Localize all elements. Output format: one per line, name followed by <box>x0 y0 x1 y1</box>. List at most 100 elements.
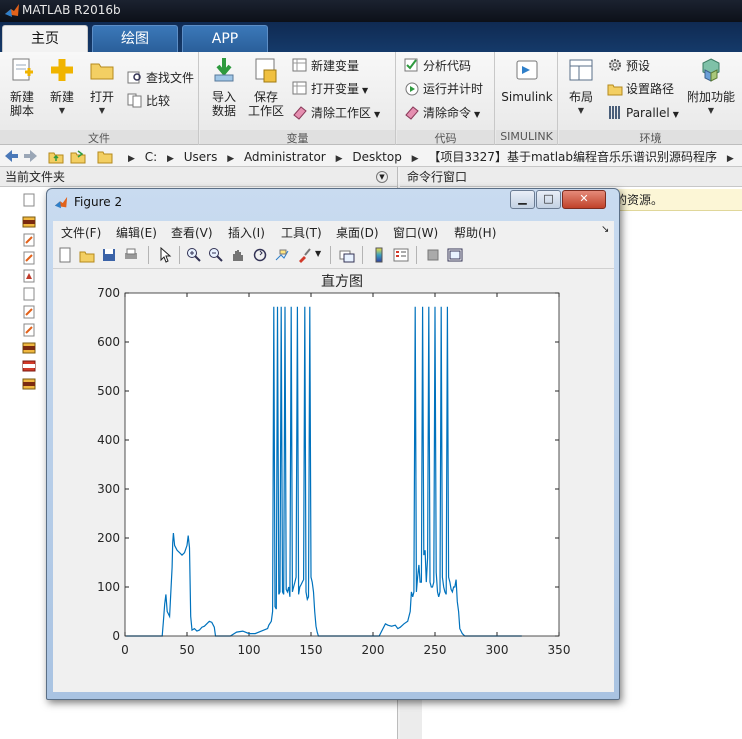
ribbon-group-code: 分析代码 运行并计时 清除命令 ▼ 代码 <box>397 52 495 145</box>
breadcrumb-item[interactable]: Administrator <box>244 150 326 164</box>
simulink-button[interactable]: Simulink <box>500 56 554 104</box>
tab-plots[interactable]: 绘图 <box>92 25 178 52</box>
menu-desktop[interactable]: 桌面(D) <box>336 224 379 241</box>
breadcrumb-item[interactable]: Desktop <box>352 150 402 164</box>
dock-arrow-icon[interactable]: ↘ <box>601 224 609 235</box>
layout-button[interactable]: 布局 ▼ <box>563 56 599 118</box>
open-variable-button[interactable]: 打开变量 ▼ <box>292 79 368 99</box>
brush-icon[interactable] <box>296 247 312 263</box>
breadcrumb-separator: ▶ <box>167 154 174 164</box>
script-file-icon[interactable] <box>22 305 36 319</box>
panel-menu-icon[interactable]: ▼ <box>376 171 388 183</box>
new-variable-label: 新建变量 <box>311 59 360 73</box>
zoom-in-icon[interactable] <box>186 247 202 263</box>
image-file-icon[interactable] <box>22 215 36 229</box>
legend-icon[interactable] <box>393 247 409 263</box>
print-icon[interactable] <box>123 247 139 263</box>
parallel-button[interactable]: Parallel ▼ <box>607 103 679 123</box>
set-path-button[interactable]: 设置路径 <box>607 79 674 99</box>
breadcrumb-separator: ▶ <box>335 154 343 164</box>
minimize-icon: ▁ <box>518 192 527 205</box>
addons-button[interactable]: 附加功能 ▼ <box>685 56 737 118</box>
current-folder-title: 当前文件夹 <box>5 170 66 184</box>
clear-commands-button[interactable]: 清除命令 ▼ <box>404 103 480 123</box>
histogram-chart[interactable]: 直方图 0 50 100 150 200 250 300 350 0 100 200 300 400 5… <box>53 269 614 692</box>
hide-plot-tools-icon[interactable] <box>425 247 441 263</box>
new-button[interactable]: 新建 ▼ <box>44 56 80 118</box>
close-button[interactable]: ✕ <box>562 190 606 209</box>
simulink-icon <box>516 60 538 80</box>
y-tick-label: 400 <box>97 433 120 447</box>
script-file-icon[interactable] <box>22 251 36 265</box>
x-tick-label: 0 <box>121 643 129 657</box>
y-tick-label: 500 <box>97 384 120 398</box>
script-file-icon[interactable] <box>22 233 36 247</box>
menu-window[interactable]: 窗口(W) <box>393 224 438 241</box>
open-button[interactable]: 打开 ▼ <box>84 56 120 118</box>
open-file-icon[interactable] <box>79 247 95 263</box>
menu-insert[interactable]: 插入(I) <box>228 224 265 241</box>
pan-hand-icon[interactable] <box>230 247 246 263</box>
breadcrumb-item[interactable]: Users <box>184 150 218 164</box>
menu-edit[interactable]: 编辑(E) <box>116 224 157 241</box>
breadcrumb-item[interactable]: C: <box>145 150 157 164</box>
chevron-down-icon[interactable]: ▼ <box>315 249 321 258</box>
tab-home[interactable]: 主页 <box>2 25 88 52</box>
save-workspace-button[interactable]: 保存 工作区 <box>246 56 286 118</box>
up-folder-icon[interactable] <box>48 148 64 164</box>
figure-canvas[interactable]: 直方图 0 50 100 150 200 250 300 350 0 100 200 300 400 5… <box>53 269 614 692</box>
figure-titlebar[interactable]: Figure 2 ▁ □ ✕ <box>47 189 619 215</box>
breadcrumb-separator: ▶ <box>726 154 734 164</box>
rotate-3d-icon[interactable] <box>252 247 268 263</box>
find-files-button[interactable]: 查找文件 <box>127 68 194 88</box>
back-arrow-icon[interactable] <box>3 148 19 164</box>
run-and-time-button[interactable]: 运行并计时 <box>404 79 483 99</box>
compare-label: 比较 <box>146 94 171 108</box>
preferences-button[interactable]: 预设 <box>607 56 650 76</box>
image-file-icon[interactable] <box>22 341 36 355</box>
menu-file[interactable]: 文件(F) <box>61 224 101 241</box>
menu-tools[interactable]: 工具(T) <box>281 224 322 241</box>
compare-button[interactable]: 比较 <box>127 91 170 111</box>
file-icon[interactable] <box>22 193 36 207</box>
png-file-icon[interactable] <box>22 359 36 373</box>
ribbon-group-environment-label: 环境 <box>559 130 742 145</box>
breadcrumb-item[interactable]: 【项目3327】基于matlab编程音乐乐谱识别源码程序 <box>428 150 717 164</box>
app-title: MATLAB R2016b <box>22 3 121 17</box>
maximize-button[interactable]: □ <box>536 190 561 209</box>
x-tick-label: 100 <box>238 643 261 657</box>
chevron-down-icon: ▼ <box>577 106 585 115</box>
ribbon-group-variable: 导入 数据 保存 工作区 新建变量 打开变量 ▼ 清除工作区 ▼ 变量 <box>200 52 396 145</box>
mat-file-icon[interactable] <box>22 269 36 283</box>
menu-help[interactable]: 帮助(H) <box>454 224 496 241</box>
save-icon[interactable] <box>101 247 117 263</box>
forward-arrow-icon[interactable] <box>23 148 39 164</box>
ribbon-group-file: 新建 脚本 新建 ▼ 打开 ▼ 查找文件 比较 文件 <box>0 52 199 145</box>
colorbar-icon[interactable] <box>371 247 387 263</box>
clear-workspace-button[interactable]: 清除工作区 ▼ <box>292 103 380 123</box>
layout-label: 布局 <box>568 90 593 104</box>
show-plot-tools-icon[interactable] <box>447 247 463 263</box>
image-file-icon[interactable] <box>22 377 36 391</box>
ribbon: 新建 脚本 新建 ▼ 打开 ▼ 查找文件 比较 文件 导入 数据 保存 工作区 … <box>0 52 742 145</box>
link-plot-icon[interactable] <box>339 247 355 263</box>
data-cursor-icon[interactable] <box>274 247 290 263</box>
new-variable-button[interactable]: 新建变量 <box>292 56 359 76</box>
run-and-time-icon <box>405 82 419 96</box>
compare-icon <box>127 93 142 108</box>
new-figure-icon[interactable] <box>57 247 73 263</box>
analyze-code-button[interactable]: 分析代码 <box>404 56 471 76</box>
tab-apps[interactable]: APP <box>182 25 268 52</box>
menu-view[interactable]: 查看(V) <box>171 224 213 241</box>
browse-folder-icon[interactable] <box>70 148 86 164</box>
new-script-button[interactable]: 新建 脚本 <box>4 56 40 118</box>
folder-icon <box>97 151 113 164</box>
figure-window[interactable]: Figure 2 ▁ □ ✕ 文件(F) 编辑(E) 查看(V) 插入(I) 工… <box>46 188 620 700</box>
script-file-icon[interactable] <box>22 323 36 337</box>
file-icon[interactable] <box>22 287 36 301</box>
minimize-button[interactable]: ▁ <box>510 190 535 209</box>
zoom-out-icon[interactable] <box>208 247 224 263</box>
save-workspace-icon <box>255 58 277 83</box>
pointer-icon[interactable] <box>157 247 173 263</box>
import-data-button[interactable]: 导入 数据 <box>204 56 244 118</box>
